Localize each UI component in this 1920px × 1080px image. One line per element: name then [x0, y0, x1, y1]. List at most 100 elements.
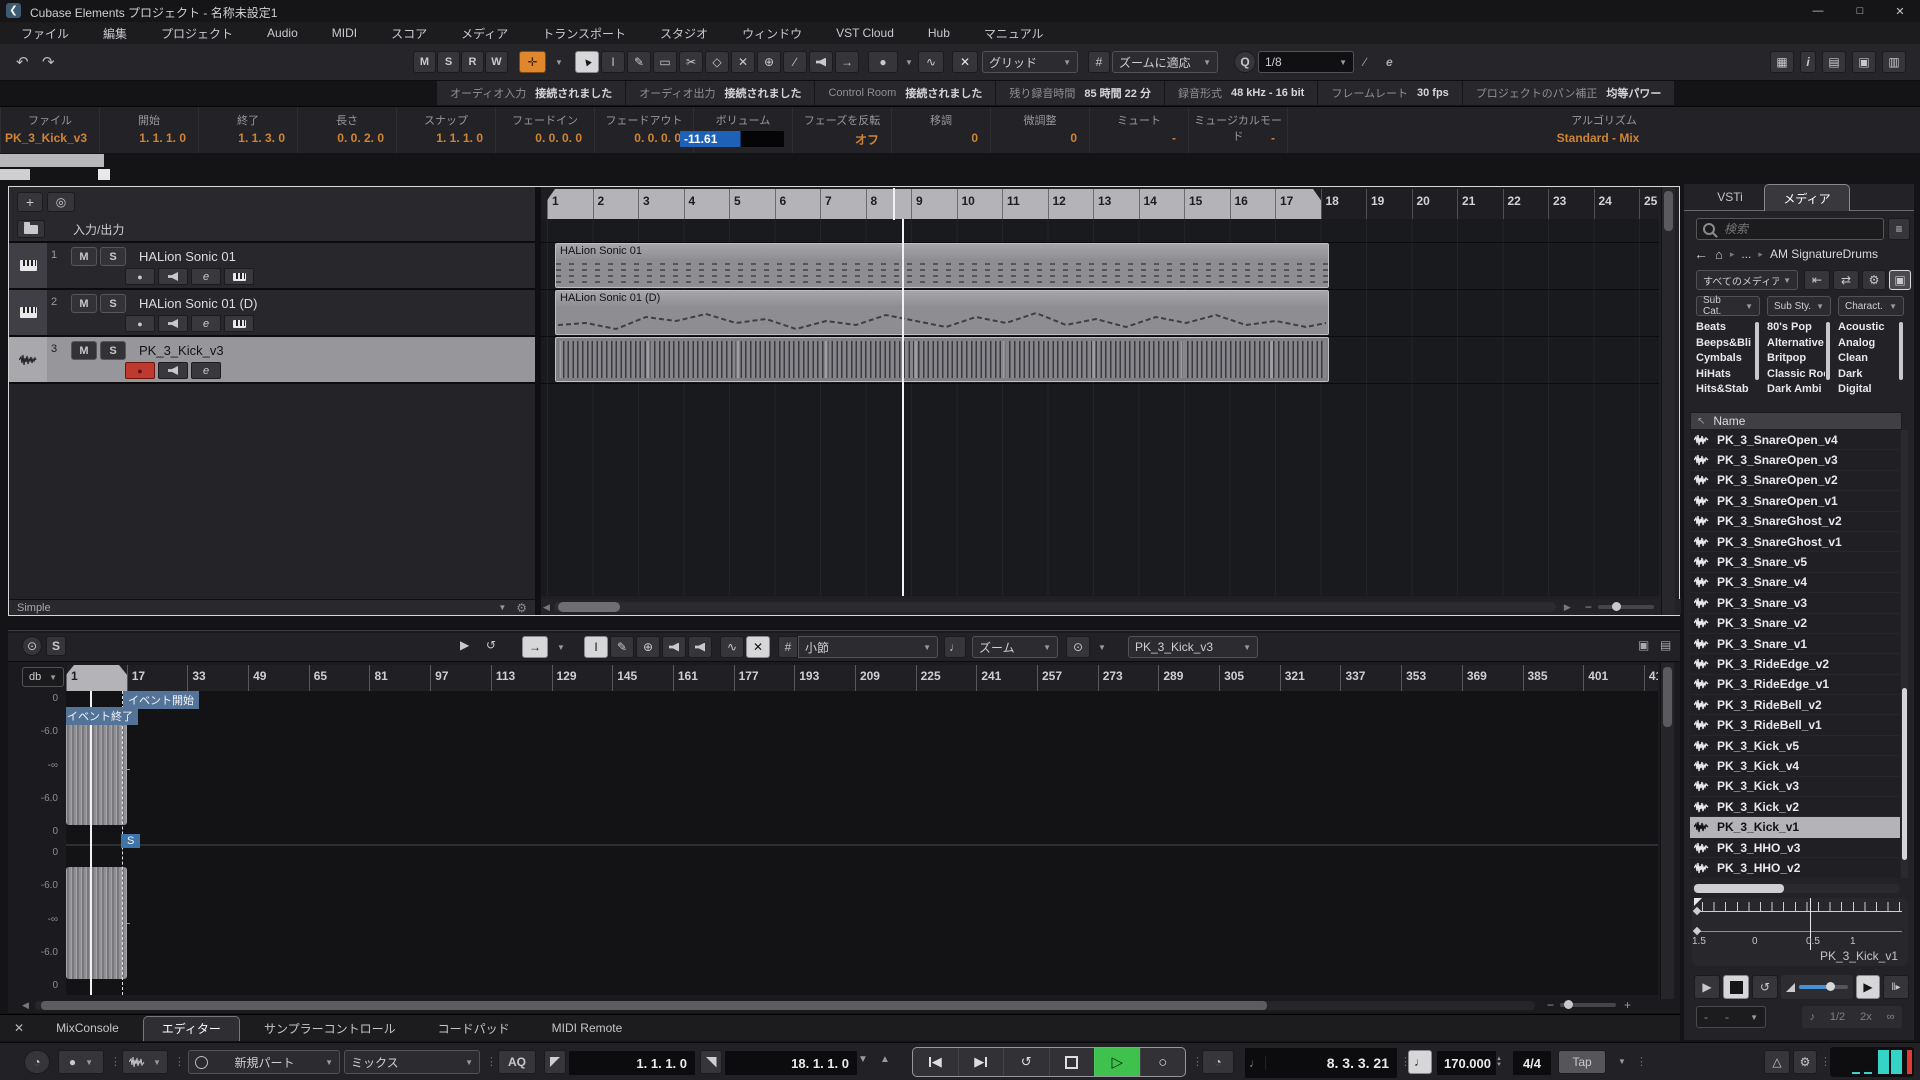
ruler-bar[interactable]: 16: [1230, 189, 1276, 219]
instrument-button[interactable]: [224, 268, 254, 285]
filter-item[interactable]: Britpop: [1767, 351, 1825, 367]
menu-item[interactable]: VST Cloud: [819, 26, 911, 40]
info-field-value[interactable]: 0. 0. 0. 0: [496, 131, 594, 145]
tab-media-active[interactable]: メディア: [1764, 184, 1850, 211]
play-tool[interactable]: [809, 51, 833, 73]
editor-draw-tool[interactable]: ✎: [610, 636, 634, 658]
file-row[interactable]: PK_3_Snare_v1: [1690, 634, 1900, 654]
go-to-start-button[interactable]: ◀: [913, 1048, 958, 1076]
menu-item[interactable]: ウィンドウ: [725, 25, 819, 42]
color-dropdown-icon[interactable]: ▼: [555, 58, 563, 67]
automation-curve-icon[interactable]: ∿: [918, 51, 944, 73]
layout-right-icon[interactable]: ▥: [1882, 51, 1906, 73]
zoom-out-icon[interactable]: −: [1585, 600, 1592, 614]
ruler-bar[interactable]: 21: [1457, 189, 1503, 219]
info-field-value[interactable]: 0. 0. 0. 0: [595, 131, 693, 145]
open-in-window-icon[interactable]: ▣: [1638, 638, 1649, 652]
audio-event[interactable]: [555, 337, 1329, 382]
filter-item[interactable]: Hits&Stab: [1696, 382, 1754, 398]
glue-tool[interactable]: ◇: [705, 51, 729, 73]
status-segment[interactable]: オーディオ入力 接続されました: [437, 81, 626, 105]
insert-color-button[interactable]: ✛: [519, 51, 546, 73]
ruler-bar[interactable]: 23: [1548, 189, 1594, 219]
search-box[interactable]: [1696, 218, 1884, 240]
track-preset-name[interactable]: Simple: [17, 602, 51, 614]
filters-panel-toggle-active[interactable]: ▣: [1889, 270, 1911, 290]
ruler-bar[interactable]: 9: [911, 189, 957, 219]
column-scrollbar[interactable]: [1826, 322, 1830, 380]
ruler-bar[interactable]: 10: [957, 189, 1003, 219]
scrollbar-handle[interactable]: [41, 1001, 1267, 1010]
info-field[interactable]: フェードイン 0. 0. 0. 0: [495, 107, 594, 153]
right-locator-flag-icon[interactable]: [700, 1050, 722, 1074]
auto-scroll-icon[interactable]: ⊙: [1066, 636, 1090, 658]
snap-zero-crossing-icon[interactable]: ∿: [720, 636, 744, 658]
zoom-slider[interactable]: [1598, 605, 1654, 609]
play-in-context-icon[interactable]: ‖▸: [1883, 975, 1909, 999]
editor-ruler-bar[interactable]: 321: [1280, 665, 1341, 691]
io-header-row[interactable]: 入力/出力: [9, 217, 535, 243]
name-column-header[interactable]: ↖ Name: [1690, 412, 1902, 430]
draw-tool[interactable]: ✎: [627, 51, 651, 73]
filter-item[interactable]: Digital: [1838, 382, 1898, 398]
project-playhead[interactable]: [902, 219, 904, 596]
eraser-tool[interactable]: ▭: [653, 51, 677, 73]
filter-item[interactable]: Dark: [1838, 367, 1898, 383]
left-locator-display[interactable]: 1. 1. 1. 0: [568, 1050, 696, 1076]
info-field[interactable]: ファイル PK_3_Kick_v3: [0, 107, 99, 153]
file-list-h-scrollbar[interactable]: [1692, 884, 1900, 893]
left-locator-flag-icon[interactable]: [544, 1050, 566, 1074]
menu-item[interactable]: ファイル: [4, 25, 86, 42]
info-field[interactable]: 微調整 0: [990, 107, 1089, 153]
info-field-value[interactable]: PK_3_Kick_v3: [1, 131, 99, 145]
ruler-bar[interactable]: 2: [593, 189, 639, 219]
file-row[interactable]: PK_3_Kick_v1: [1690, 817, 1900, 837]
scrollbar-handle[interactable]: [1694, 884, 1784, 893]
info-field-value[interactable]: -11.61: [680, 131, 784, 147]
info-field[interactable]: フェードアウト 0. 0. 0. 0: [594, 107, 693, 153]
file-row[interactable]: PK_3_RideEdge_v1: [1690, 675, 1900, 695]
sub-category-filter[interactable]: Sub Cat.▼: [1696, 296, 1760, 316]
editor-ruler-bar[interactable]: 17: [127, 665, 188, 691]
info-field[interactable]: ミュージカルモード -: [1188, 107, 1287, 153]
midi-event-2[interactable]: HALion Sonic 01 (D): [555, 290, 1329, 335]
editor-ruler-bar[interactable]: 177: [734, 665, 795, 691]
info-field[interactable]: 開始 1. 1. 1. 0: [99, 107, 198, 153]
breadcrumb-ellipsis[interactable]: ...: [1741, 247, 1751, 261]
status-segment[interactable]: オーディオ出力 接続されました: [626, 81, 815, 105]
filter-settings-gear-icon[interactable]: ⚙: [1862, 270, 1886, 290]
filter-item[interactable]: Analog: [1838, 336, 1898, 352]
editor-ruler-bar[interactable]: 337: [1340, 665, 1401, 691]
editor-scrub-speaker-tool[interactable]: [688, 636, 712, 658]
preview-play-button[interactable]: ▶: [1694, 975, 1720, 999]
quantize-select[interactable]: 1/8▼: [1258, 51, 1354, 73]
info-field[interactable]: アルゴリズム Standard - Mix: [1287, 107, 1920, 153]
filter-item[interactable]: Clean: [1838, 351, 1898, 367]
editor-ruler-bar[interactable]: 33: [187, 665, 248, 691]
snap-button[interactable]: ✕: [952, 51, 978, 73]
record-enable-button[interactable]: ●: [125, 268, 155, 285]
info-field[interactable]: ミュート -: [1089, 107, 1188, 153]
time-signature-display[interactable]: 4/4: [1512, 1050, 1552, 1076]
record-enable-button-active[interactable]: ●: [125, 362, 155, 379]
waveform-right-channel[interactable]: [66, 867, 127, 979]
project-h-scrollbar[interactable]: [554, 602, 1556, 612]
column-scrollbar[interactable]: [1755, 322, 1759, 380]
editor-ruler-bar[interactable]: 1: [66, 665, 127, 691]
track-mute-button[interactable]: M: [71, 341, 97, 360]
editor-zoom-tool[interactable]: ⊕: [636, 636, 660, 658]
redo-icon[interactable]: ↷: [42, 53, 55, 71]
editor-ruler-bar[interactable]: 193: [794, 665, 855, 691]
range-selection-tool[interactable]: I: [601, 51, 625, 73]
midi-event-1[interactable]: HALion Sonic 01: [555, 243, 1329, 288]
ruler-bar[interactable]: 8: [866, 189, 912, 219]
zoom-slider-knob[interactable]: [1612, 602, 1621, 611]
cycle-button[interactable]: ↺: [1003, 1048, 1049, 1076]
close-button[interactable]: ✕: [1880, 0, 1920, 22]
editor-snap-button[interactable]: ✕: [746, 636, 770, 658]
close-lower-zone-icon[interactable]: ✕: [14, 1021, 24, 1035]
editor-ruler-bar[interactable]: 49: [248, 665, 309, 691]
stop-button[interactable]: [1049, 1048, 1095, 1076]
edit-channel-button[interactable]: e: [191, 268, 221, 285]
info-field-value[interactable]: 1. 1. 3. 0: [199, 131, 297, 145]
